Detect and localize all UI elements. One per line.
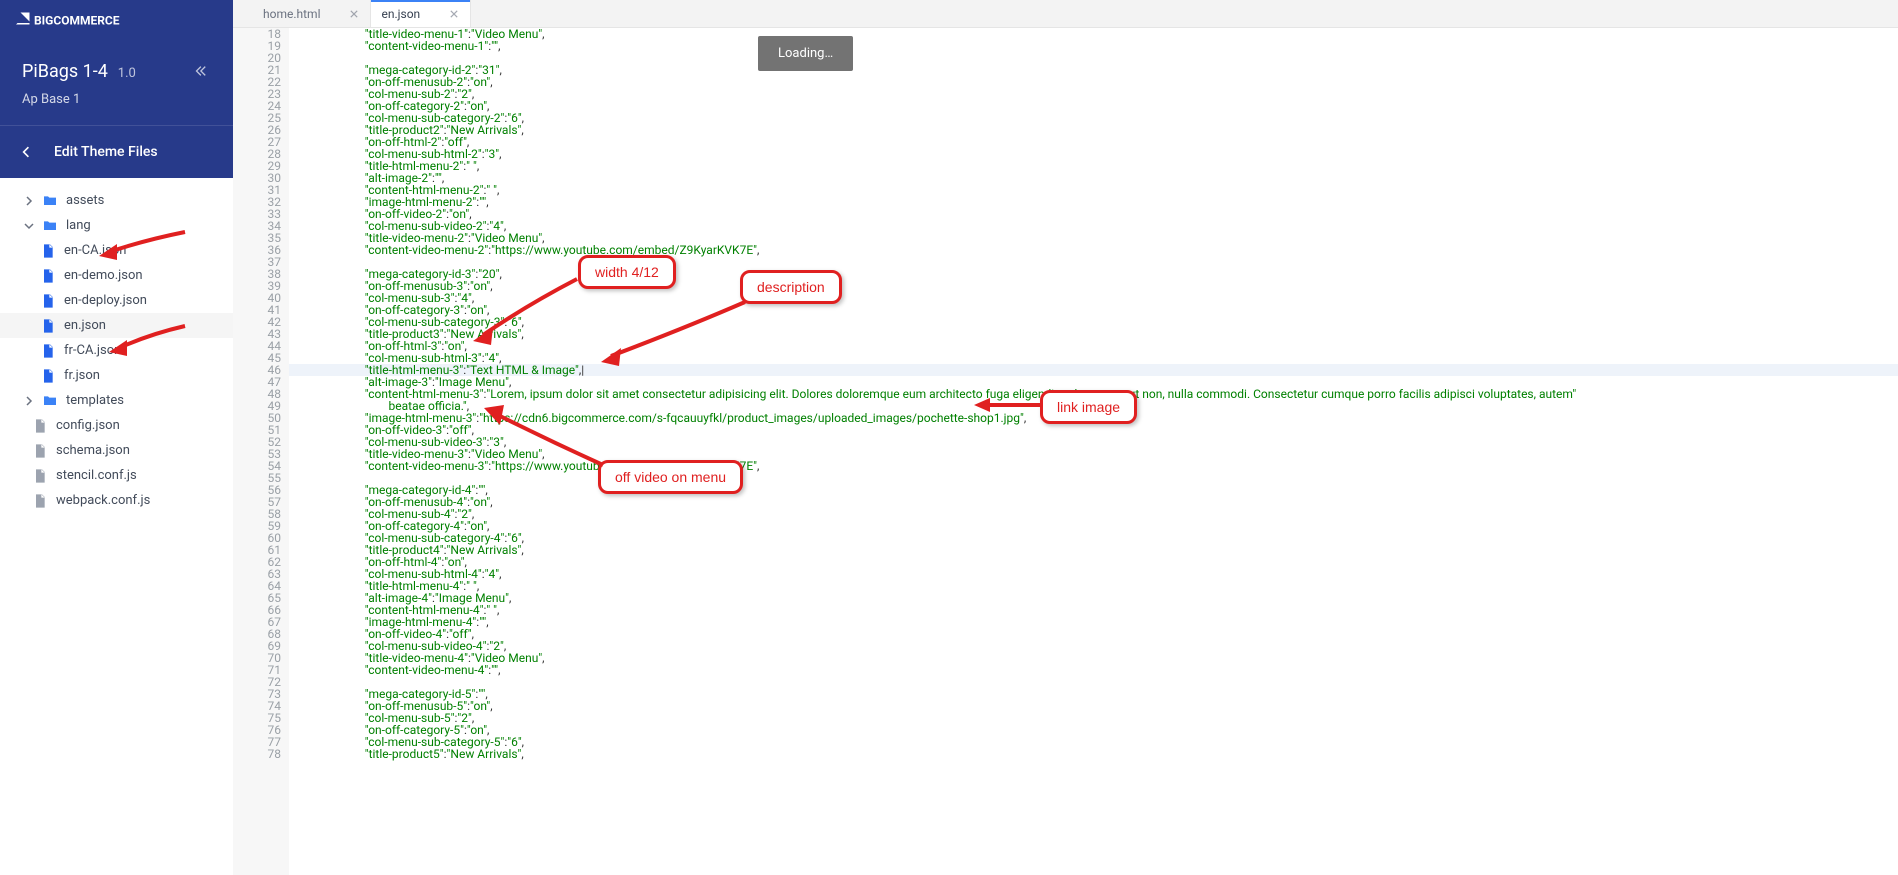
close-tab-icon[interactable]	[348, 8, 360, 20]
file-tree: assetslangen-CA.jsonen-demo.jsonen-deplo…	[0, 178, 233, 523]
file-en-CA.json[interactable]: en-CA.json	[0, 238, 233, 263]
close-tab-icon[interactable]	[448, 8, 460, 20]
file-fr-CA.json[interactable]: fr-CA.json	[0, 338, 233, 363]
sidebar: BIGCOMMERCE PiBags 1-4 1.0 Ap Base 1 Edi…	[0, 0, 233, 875]
theme-name: PiBags 1-4	[22, 61, 108, 82]
file-en-deploy.json[interactable]: en-deploy.json	[0, 288, 233, 313]
main-panel: home.htmlen.json 18192021222324252627282…	[233, 0, 1898, 875]
bigcommerce-logo-icon: BIGCOMMERCE	[16, 11, 166, 29]
loading-indicator: Loading…	[758, 36, 853, 71]
theme-title-row: PiBags 1-4 1.0	[0, 40, 233, 92]
file-config.json[interactable]: config.json	[0, 413, 233, 438]
folder-templates[interactable]: templates	[0, 388, 233, 413]
line-number-gutter: 1819202122232425262728293031323334353637…	[233, 28, 289, 875]
tab-bar: home.htmlen.json	[233, 0, 1898, 28]
folder-lang[interactable]: lang	[0, 213, 233, 238]
code-content[interactable]: "title-video-menu-1":"Video Menu", "cont…	[289, 28, 1898, 875]
folder-assets[interactable]: assets	[0, 188, 233, 213]
chevron-left-icon	[22, 146, 30, 158]
file-en.json[interactable]: en.json	[0, 313, 233, 338]
back-button[interactable]	[22, 145, 36, 159]
tab-home.html[interactable]: home.html	[253, 0, 371, 27]
nav-title: Edit Theme Files	[54, 144, 158, 160]
collapse-sidebar-button[interactable]	[189, 60, 211, 82]
file-en-demo.json[interactable]: en-demo.json	[0, 263, 233, 288]
file-fr.json[interactable]: fr.json	[0, 363, 233, 388]
brand-logo: BIGCOMMERCE	[0, 0, 233, 40]
theme-base: Ap Base 1	[0, 92, 233, 125]
code-editor[interactable]: 1819202122232425262728293031323334353637…	[233, 28, 1898, 875]
file-schema.json[interactable]: schema.json	[0, 438, 233, 463]
svg-text:BIGCOMMERCE: BIGCOMMERCE	[34, 14, 120, 28]
file-stencil.conf.js[interactable]: stencil.conf.js	[0, 463, 233, 488]
file-webpack.conf.js[interactable]: webpack.conf.js	[0, 488, 233, 513]
sidebar-header: BIGCOMMERCE PiBags 1-4 1.0 Ap Base 1 Edi…	[0, 0, 233, 178]
breadcrumb-nav[interactable]: Edit Theme Files	[0, 125, 233, 178]
chevron-double-left-icon	[193, 64, 207, 78]
theme-version: 1.0	[118, 66, 136, 81]
tab-en.json[interactable]: en.json	[371, 0, 471, 27]
